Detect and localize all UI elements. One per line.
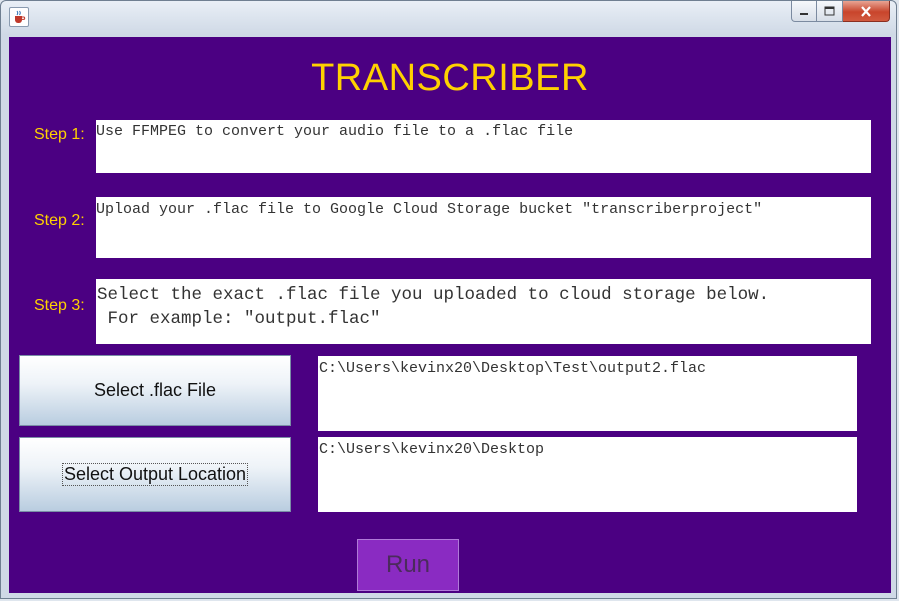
step-3-line-2: For example: "output.flac" — [97, 309, 381, 329]
select-output-button[interactable]: Select Output Location — [19, 437, 291, 512]
close-icon — [861, 5, 871, 17]
flac-path-field[interactable]: C:\Users\kevinx20\Desktop\Test\output2.f… — [318, 356, 857, 431]
step-1-label: Step 1: — [34, 126, 85, 143]
app-heading: TRANSCRIBER — [311, 57, 589, 99]
run-label: Run — [385, 551, 431, 578]
minimize-button[interactable] — [791, 1, 817, 22]
step-2-instructions[interactable]: Upload your .flac file to Google Cloud S… — [96, 197, 871, 258]
maximize-icon — [824, 6, 835, 16]
run-button[interactable]: Run — [357, 539, 459, 591]
step-3-instructions[interactable]: Select the exact .flac file you uploaded… — [96, 279, 871, 344]
select-output-label: Select Output Location — [61, 463, 249, 486]
output-path-field[interactable]: C:\Users\kevinx20\Desktop — [318, 437, 857, 512]
minimize-icon — [800, 13, 808, 15]
main-panel: TRANSCRIBER Step 1: Use FFMPEG to conver… — [9, 37, 891, 593]
title-bar[interactable] — [1, 1, 896, 35]
select-flac-label: Select .flac File — [93, 380, 217, 400]
step-3-line-1: Select the exact .flac file you uploaded… — [97, 285, 770, 305]
step-1-instructions[interactable]: Use FFMPEG to convert your audio file to… — [96, 120, 871, 173]
window-controls — [791, 1, 890, 23]
close-button[interactable] — [843, 1, 890, 22]
step-3-label: Step 3: — [34, 297, 85, 314]
select-flac-button[interactable]: Select .flac File — [19, 355, 291, 426]
java-coffee-icon[interactable] — [9, 7, 29, 27]
step-2-label: Step 2: — [34, 212, 85, 229]
maximize-button[interactable] — [817, 1, 843, 22]
app-window: TRANSCRIBER Step 1: Use FFMPEG to conver… — [0, 0, 897, 599]
